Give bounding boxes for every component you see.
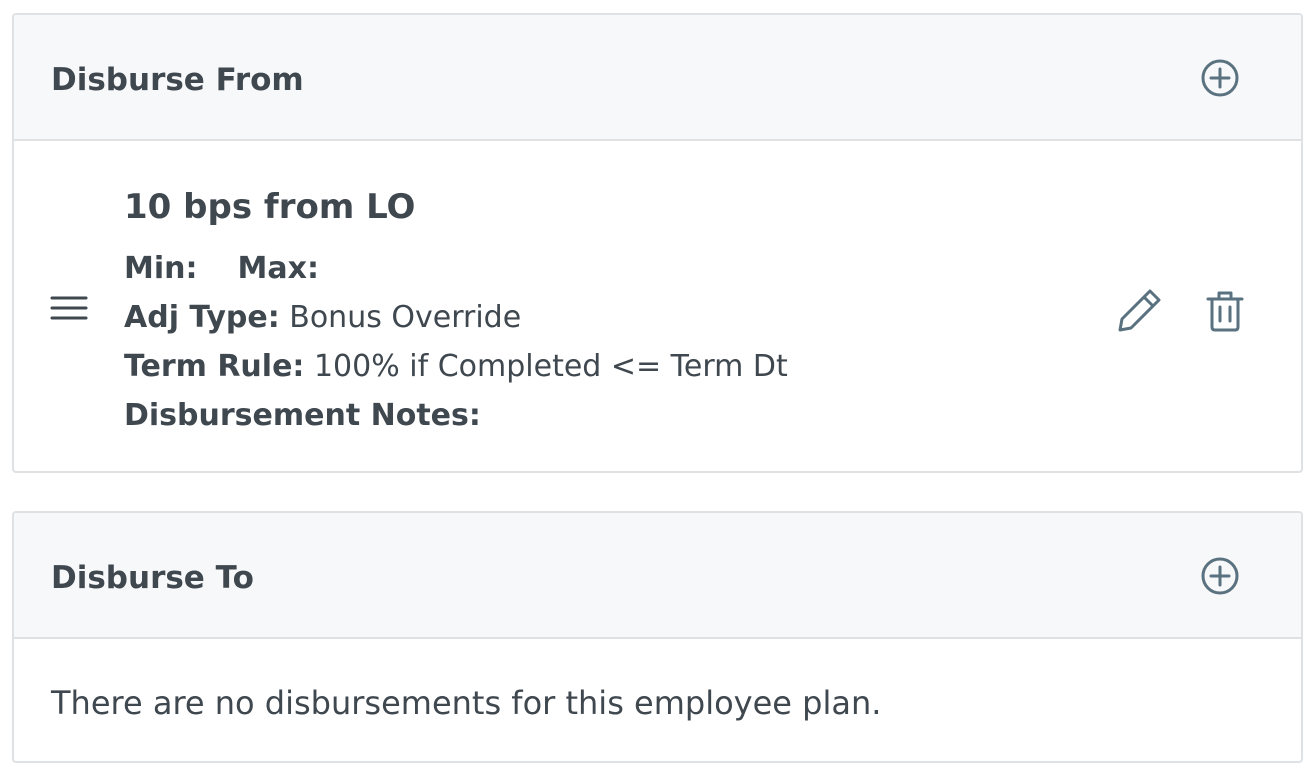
pencil-icon (1118, 289, 1161, 332)
disbursement-name: 10 bps from LO (124, 187, 416, 227)
adj-type-value: Bonus Override (289, 300, 522, 335)
disburse-to-header: Disburse To (14, 513, 1301, 639)
min-label: Min: (124, 251, 198, 286)
drag-handle[interactable] (49, 291, 89, 325)
disburse-from-header: Disburse From (14, 15, 1301, 141)
disburse-from-title: Disburse From (51, 62, 304, 98)
disburse-to-title: Disburse To (51, 560, 254, 596)
add-disburse-from-button[interactable] (1197, 55, 1243, 101)
term-rule-value: 100% if Completed <= Term Dt (313, 349, 788, 384)
add-disburse-to-button[interactable] (1197, 553, 1243, 599)
disburse-to-card: Disburse To There are no disbursements f… (12, 511, 1303, 763)
term-rule-label: Term Rule: (124, 349, 305, 384)
plus-circle-icon (1201, 59, 1239, 97)
trash-icon (1206, 291, 1244, 332)
delete-disbursement-button[interactable] (1204, 285, 1246, 335)
drag-handle-icon (50, 296, 88, 320)
edit-disbursement-button[interactable] (1114, 285, 1164, 335)
term-rule-row: Term Rule: 100% if Completed <= Term Dt (124, 348, 788, 386)
empty-disbursements-message: There are no disbursements for this empl… (51, 684, 882, 722)
max-label: Max: (237, 251, 319, 286)
plus-circle-icon (1201, 557, 1239, 595)
notes-label: Disbursement Notes: (124, 398, 481, 433)
adj-type-label: Adj Type: (124, 300, 280, 335)
min-max-row: Min: Max: (124, 250, 319, 288)
adj-type-row: Adj Type: Bonus Override (124, 299, 521, 337)
disburse-from-card: Disburse From 10 bps from LO Min: Max: Ad… (12, 13, 1303, 473)
notes-row: Disbursement Notes: (124, 397, 481, 435)
